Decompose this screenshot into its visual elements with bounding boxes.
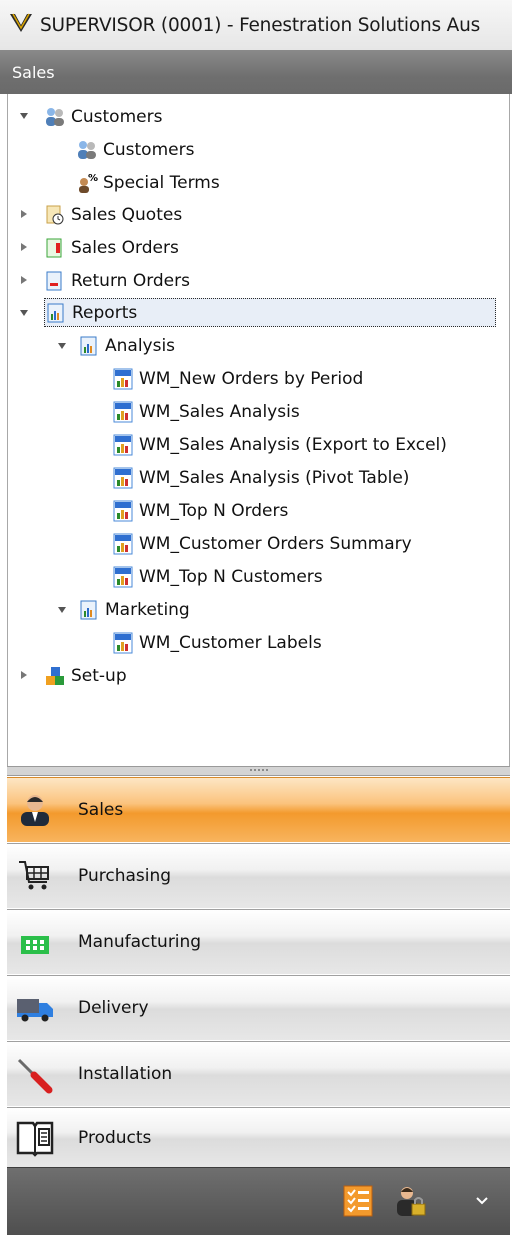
window-app-icon[interactable] (8, 10, 34, 40)
tree-label: WM_Customer Labels (139, 632, 322, 653)
panel-splitter[interactable] (7, 766, 510, 776)
tree-label: Sales Quotes (71, 204, 183, 225)
tree-node-report-item[interactable]: WM_Sales Analysis (Pivot Table) (112, 463, 409, 492)
tree-label: Special Terms (103, 172, 220, 193)
section-title: Sales (12, 62, 55, 82)
nav-label: Delivery (78, 998, 149, 1018)
tree-node-sales-orders[interactable]: Sales Orders (44, 233, 179, 262)
sales-orders-icon (46, 238, 62, 257)
special-terms-icon: % (79, 173, 98, 193)
tree-label: Customers (71, 106, 163, 127)
wm-report-icon (113, 368, 133, 389)
navigation-tree: Customers Customers % Special Terms Sale… (7, 94, 510, 766)
setup-icon (46, 666, 64, 685)
section-header: Sales (0, 50, 512, 94)
book-icon (12, 1117, 58, 1159)
expand-arrow-icon[interactable] (56, 604, 68, 616)
reports-icon (80, 336, 97, 355)
wm-report-icon (113, 401, 133, 422)
reports-icon (80, 600, 97, 619)
tree-label: WM_Sales Analysis (139, 401, 300, 422)
tree-label: WM_New Orders by Period (139, 368, 364, 389)
sales-icon (12, 789, 58, 831)
collapse-arrow-icon[interactable] (18, 208, 30, 220)
tree-label: Return Orders (71, 270, 190, 291)
tree-node-report-item[interactable]: WM_Customer Orders Summary (112, 529, 412, 558)
nav-button-delivery[interactable]: Delivery (7, 975, 510, 1040)
wm-report-icon (113, 467, 133, 488)
chevron-down-icon[interactable] (465, 1184, 499, 1218)
nav-button-installation[interactable]: Installation (7, 1041, 510, 1106)
customers-icon (46, 107, 64, 126)
expand-arrow-icon[interactable] (18, 110, 30, 122)
svg-text:%: % (88, 173, 98, 184)
factory-icon (12, 921, 58, 963)
tree-node-report-item[interactable]: WM_New Orders by Period (112, 364, 363, 393)
tree-label: Sales Orders (71, 237, 179, 258)
tree-node-reports[interactable]: Reports (44, 298, 496, 327)
screwdriver-icon (12, 1053, 58, 1095)
nav-label: Installation (78, 1064, 173, 1084)
expand-arrow-icon[interactable] (18, 307, 30, 319)
tree-node-customers-list[interactable]: Customers (76, 135, 194, 164)
cart-icon (12, 855, 58, 897)
tree-label: WM_Top N Orders (139, 500, 289, 521)
nav-button-products[interactable]: Products (7, 1107, 510, 1168)
sales-quotes-icon (46, 205, 64, 224)
tree-node-report-item[interactable]: WM_Sales Analysis (Export to Excel) (112, 430, 447, 459)
window-titlebar: SUPERVISOR (0001) - Fenestration Solutio… (0, 0, 512, 51)
wm-report-icon (113, 632, 133, 653)
nav-button-manufacturing[interactable]: Manufacturing (7, 909, 510, 974)
tree-label: Customers (103, 139, 195, 160)
grip-icon (249, 769, 268, 773)
collapse-arrow-icon[interactable] (18, 274, 30, 286)
nav-button-sales[interactable]: Sales (7, 777, 510, 842)
nav-button-purchasing[interactable]: Purchasing (7, 843, 510, 908)
tree-node-report-item[interactable]: WM_Top N Customers (112, 562, 323, 591)
checklist-icon[interactable] (341, 1184, 375, 1218)
tree-label: Set-up (71, 665, 127, 686)
tree-node-customers[interactable]: Customers (44, 102, 162, 131)
reports-icon (47, 303, 64, 322)
tree-label: Marketing (105, 599, 190, 620)
tree-node-report-item[interactable]: WM_Sales Analysis (112, 397, 300, 426)
nav-label: Products (78, 1128, 152, 1148)
wm-report-icon (113, 533, 133, 554)
collapse-arrow-icon[interactable] (18, 669, 30, 681)
tree-node-marketing[interactable]: Marketing (78, 595, 190, 624)
tree-label: WM_Sales Analysis (Pivot Table) (139, 467, 410, 488)
tree-label: WM_Top N Customers (139, 566, 323, 587)
tree-node-sales-quotes[interactable]: Sales Quotes (44, 200, 182, 229)
wm-report-icon (113, 500, 133, 521)
expand-arrow-icon[interactable] (56, 340, 68, 352)
nav-label: Purchasing (78, 866, 172, 886)
tree-label: Analysis (105, 335, 176, 356)
customers-icon (78, 140, 96, 159)
tree-label: WM_Customer Orders Summary (139, 533, 412, 554)
tree-label: WM_Sales Analysis (Export to Excel) (139, 434, 447, 455)
tree-node-analysis[interactable]: Analysis (78, 331, 175, 360)
tree-label: Reports (72, 302, 138, 323)
tree-node-setup[interactable]: Set-up (44, 661, 127, 690)
nav-label: Manufacturing (78, 932, 202, 952)
tree-node-report-item[interactable]: WM_Top N Orders (112, 496, 288, 525)
tree-node-report-item[interactable]: WM_Customer Labels (112, 628, 322, 657)
window-title: SUPERVISOR (0001) - Fenestration Solutio… (40, 14, 481, 36)
wm-report-icon (113, 566, 133, 587)
collapse-arrow-icon[interactable] (18, 241, 30, 253)
return-orders-icon (46, 271, 62, 290)
user-lock-icon[interactable] (393, 1184, 427, 1218)
tree-node-special-terms[interactable]: % Special Terms (76, 168, 220, 197)
bottom-toolbar (7, 1167, 510, 1235)
wm-report-icon (113, 434, 133, 455)
nav-label: Sales (78, 800, 124, 820)
tree-node-return-orders[interactable]: Return Orders (44, 266, 190, 295)
truck-icon (12, 987, 58, 1029)
